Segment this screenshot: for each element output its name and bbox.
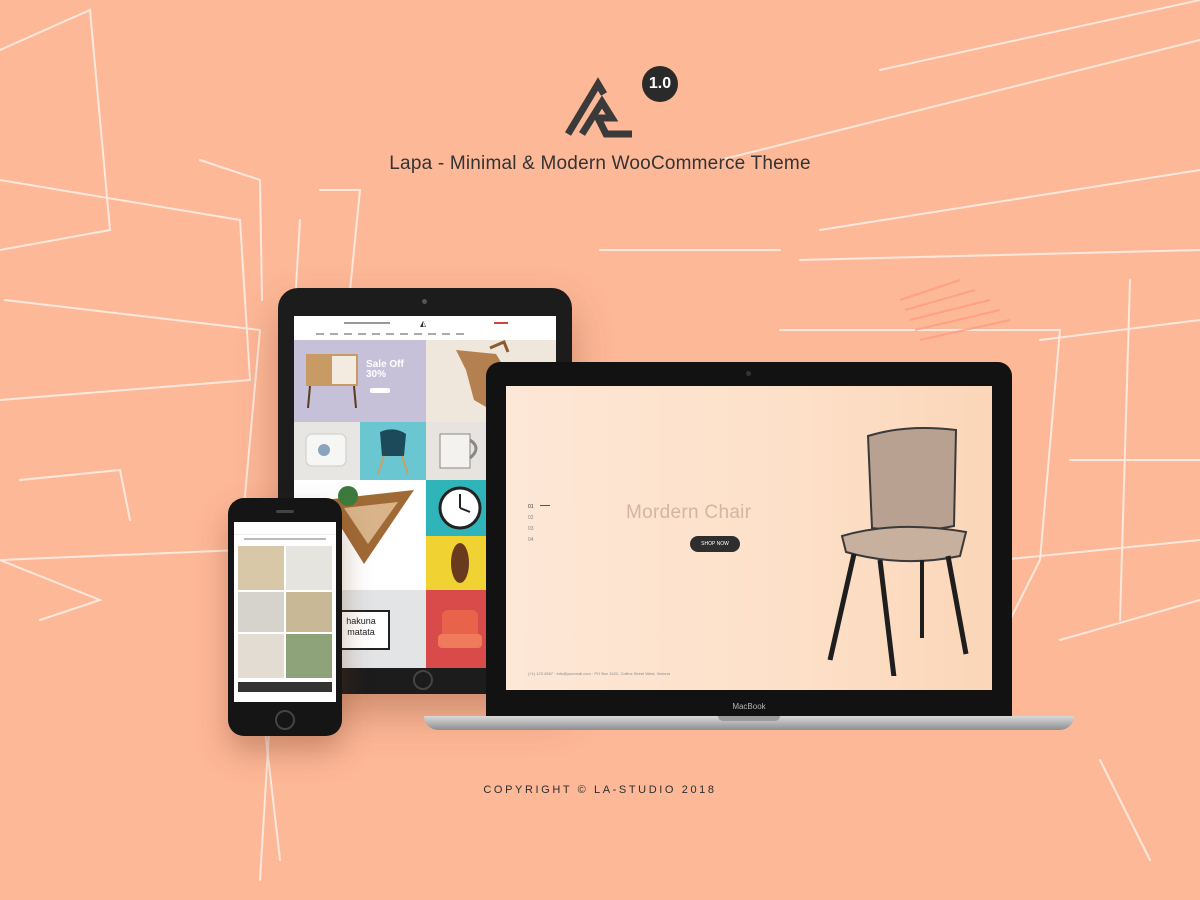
laptop-device: 01 02 03 04 Mordern Chair SHOP NOW (+1) … <box>486 362 1012 718</box>
laptop-screen: 01 02 03 04 Mordern Chair SHOP NOW (+1) … <box>506 386 992 690</box>
phone-gallery-image <box>238 546 284 590</box>
tablet-camera <box>422 299 427 304</box>
phone-home-button <box>275 710 295 730</box>
laptop-base <box>424 716 1074 730</box>
phone-gallery-image <box>286 592 332 632</box>
blue-chair-image <box>377 429 409 475</box>
pager-item[interactable]: 02 <box>528 513 534 524</box>
phone-header <box>234 522 336 535</box>
tablet-home-button <box>413 670 433 690</box>
tablet-shop-button[interactable] <box>370 388 390 393</box>
pager-indicator <box>540 505 550 506</box>
phone-gallery-image <box>286 634 332 678</box>
chair-icon <box>827 427 969 676</box>
cabinet-image <box>306 354 358 409</box>
version-badge: 1.0 <box>642 66 678 102</box>
phone-gallery-image <box>238 592 284 632</box>
pager-item[interactable]: 01 <box>528 502 534 513</box>
slide-title: Mordern Chair <box>626 502 752 523</box>
phone-device <box>228 498 342 736</box>
laptop-camera <box>746 371 751 376</box>
tablet-header: ◭ <box>294 316 556 341</box>
phone-gallery-image <box>238 634 284 678</box>
pager-item[interactable]: 04 <box>528 535 534 546</box>
phone-button[interactable] <box>238 682 332 692</box>
tile-sale: Sale Off 30% <box>294 340 426 422</box>
tablet-logo: ◭ <box>420 319 427 328</box>
tablet-promo-bar <box>344 322 390 324</box>
slide-pager: 01 02 03 04 <box>528 502 534 546</box>
laptop-footer-info: (+1) 123 4567 · info@yourmail.com · PO B… <box>528 671 670 676</box>
tablet-header-icons <box>494 322 508 324</box>
copyright-text: COPYRIGHT © LA-STUDIO 2018 <box>483 784 717 796</box>
device-label: MacBook <box>732 702 766 711</box>
tablet-nav <box>316 333 466 335</box>
phone-intro-text <box>244 538 326 540</box>
page-title: Lapa - Minimal & Modern WooCommerce Them… <box>389 153 811 174</box>
phone-speaker <box>276 510 294 513</box>
tile-pillow <box>294 422 360 480</box>
tile-chair <box>360 422 426 480</box>
shop-now-button[interactable]: SHOP NOW <box>690 536 740 552</box>
lapa-logo-icon <box>564 77 632 138</box>
tablet-sale-text: Sale Off 30% <box>366 359 404 380</box>
pager-item[interactable]: 03 <box>528 524 534 535</box>
pillow-image <box>305 433 347 467</box>
laptop-notch <box>718 716 780 721</box>
phone-screen <box>234 522 336 702</box>
phone-gallery-image <box>286 546 332 590</box>
